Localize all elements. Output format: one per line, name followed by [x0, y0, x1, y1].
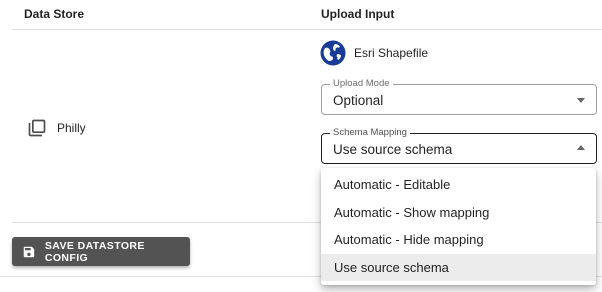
save-datastore-config-button[interactable]: SAVE DATASTORE CONFIG — [12, 237, 190, 266]
library-books-icon — [28, 119, 46, 137]
menu-item-automatic-editable[interactable]: Automatic - Editable — [321, 171, 596, 199]
table-header: Data Store Upload Input — [12, 0, 602, 30]
save-button-label: SAVE DATASTORE CONFIG — [44, 239, 145, 264]
menu-item-use-source-schema[interactable]: Use source schema — [321, 253, 596, 281]
upload-mode-label: Upload Mode — [330, 78, 393, 90]
datastore-config-panel: Data Store Upload Input Philly Esri Shap… — [0, 0, 602, 292]
menu-item-automatic-show-mapping[interactable]: Automatic - Show mapping — [321, 199, 596, 227]
menu-item-automatic-hide-mapping[interactable]: Automatic - Hide mapping — [321, 226, 596, 254]
upload-format: Esri Shapefile — [320, 40, 428, 66]
schema-mapping-label: Schema Mapping — [330, 127, 410, 139]
globe-icon — [320, 40, 346, 66]
schema-mapping-select[interactable]: Schema Mapping Use source schema — [321, 127, 597, 164]
column-header-upload-input: Upload Input — [321, 7, 395, 21]
schema-mapping-menu: Automatic - Editable Automatic - Show ma… — [321, 168, 596, 285]
data-store-cell: Philly — [27, 118, 86, 138]
data-store-name: Philly — [57, 121, 86, 135]
chevron-up-icon — [577, 145, 585, 150]
schema-mapping-value: Use source schema — [333, 142, 453, 157]
chevron-down-icon — [577, 98, 585, 103]
format-name: Esri Shapefile — [354, 46, 429, 60]
upload-mode-value: Optional — [333, 93, 384, 108]
upload-mode-select[interactable]: Upload Mode Optional — [321, 78, 597, 115]
column-header-data-store: Data Store — [24, 7, 85, 21]
save-icon — [23, 246, 35, 257]
